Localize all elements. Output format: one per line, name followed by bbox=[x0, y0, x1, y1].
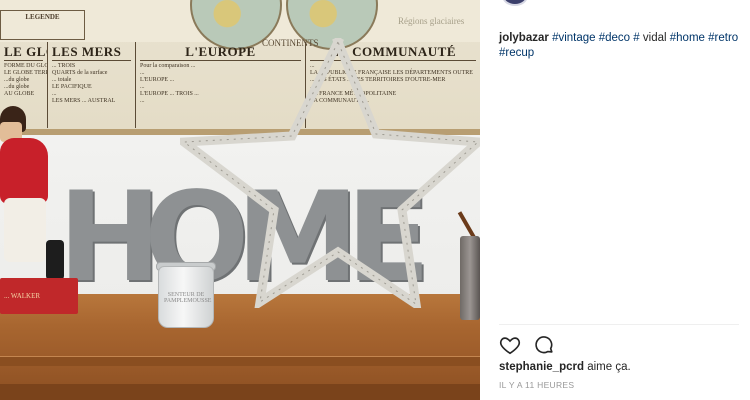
heart-icon[interactable] bbox=[499, 334, 521, 356]
map-column-line: QUARTS de la surface bbox=[52, 70, 108, 76]
figurine-jacket bbox=[0, 138, 48, 204]
map-column-line: FORME DU GLOBE bbox=[4, 63, 47, 69]
liker-username-link[interactable]: stephanie_pcrd bbox=[499, 361, 584, 373]
map-column-line: ...du globe bbox=[4, 84, 30, 90]
avatar[interactable] bbox=[502, 0, 528, 6]
post-timestamp[interactable]: IL Y A 11 HEURES bbox=[499, 380, 574, 390]
map-column-line: ...du globe bbox=[4, 77, 30, 83]
hashtag-link[interactable]: #home bbox=[670, 32, 705, 44]
hashtag-link[interactable]: #vintage bbox=[552, 32, 595, 44]
caption-text: vidal bbox=[642, 32, 667, 44]
map-column-line: LES MERS ... AUSTRAL bbox=[52, 98, 116, 104]
hashtag-link[interactable]: #deco bbox=[599, 32, 630, 44]
post-sidebar: jolybazar #vintage #deco # vidal #home #… bbox=[480, 0, 750, 400]
hashtag-link[interactable]: # bbox=[633, 32, 639, 44]
shelf-front bbox=[0, 384, 480, 400]
map-column-line: AU GLOBE bbox=[4, 91, 35, 97]
map-column-line: ... bbox=[52, 91, 57, 97]
post-photo[interactable]: LEGENDE CONTINENTS Régions glaciaires LE… bbox=[0, 0, 480, 400]
figurine-base-label: ... WALKER bbox=[4, 292, 41, 300]
map-column-line: ... TROIS bbox=[52, 63, 76, 69]
candle-jar-label: SENTEUR DE PAMPLEMOUSSE bbox=[164, 292, 212, 304]
map-regions-label: Régions glaciaires bbox=[398, 16, 465, 26]
map-column-title: LE GLOBE bbox=[4, 44, 47, 61]
figurine-legs bbox=[4, 198, 46, 262]
caption-username-link[interactable]: jolybazar bbox=[499, 32, 549, 44]
post-actions bbox=[499, 334, 555, 356]
post-caption: jolybazar #vintage #deco # vidal #home #… bbox=[499, 31, 739, 61]
pencil-cup bbox=[460, 236, 480, 320]
map-column-title: LES MERS bbox=[52, 44, 131, 61]
likes-text: aime ça. bbox=[587, 361, 631, 373]
folding-ruler-star bbox=[180, 38, 480, 308]
map-column-line: ... totale bbox=[52, 77, 72, 83]
hashtag-link[interactable]: #recup bbox=[499, 47, 534, 59]
comment-icon[interactable] bbox=[533, 334, 555, 356]
figurine-boot bbox=[46, 240, 64, 280]
map-legend-title: LEGENDE bbox=[25, 13, 60, 21]
likes-summary: stephanie_pcrd aime ça. bbox=[499, 361, 631, 373]
map-column-mers: LES MERS ... TROIS QUARTS de la surface … bbox=[48, 42, 136, 128]
map-column-line: LE PACIFIQUE bbox=[52, 84, 92, 90]
shelf-edge bbox=[0, 356, 480, 366]
map-legend: LEGENDE bbox=[0, 10, 85, 40]
actions-divider bbox=[499, 324, 739, 325]
map-column-line: LE GLOBE TERRESTRE bbox=[4, 70, 47, 76]
hashtag-link[interactable]: #retro bbox=[708, 32, 738, 44]
